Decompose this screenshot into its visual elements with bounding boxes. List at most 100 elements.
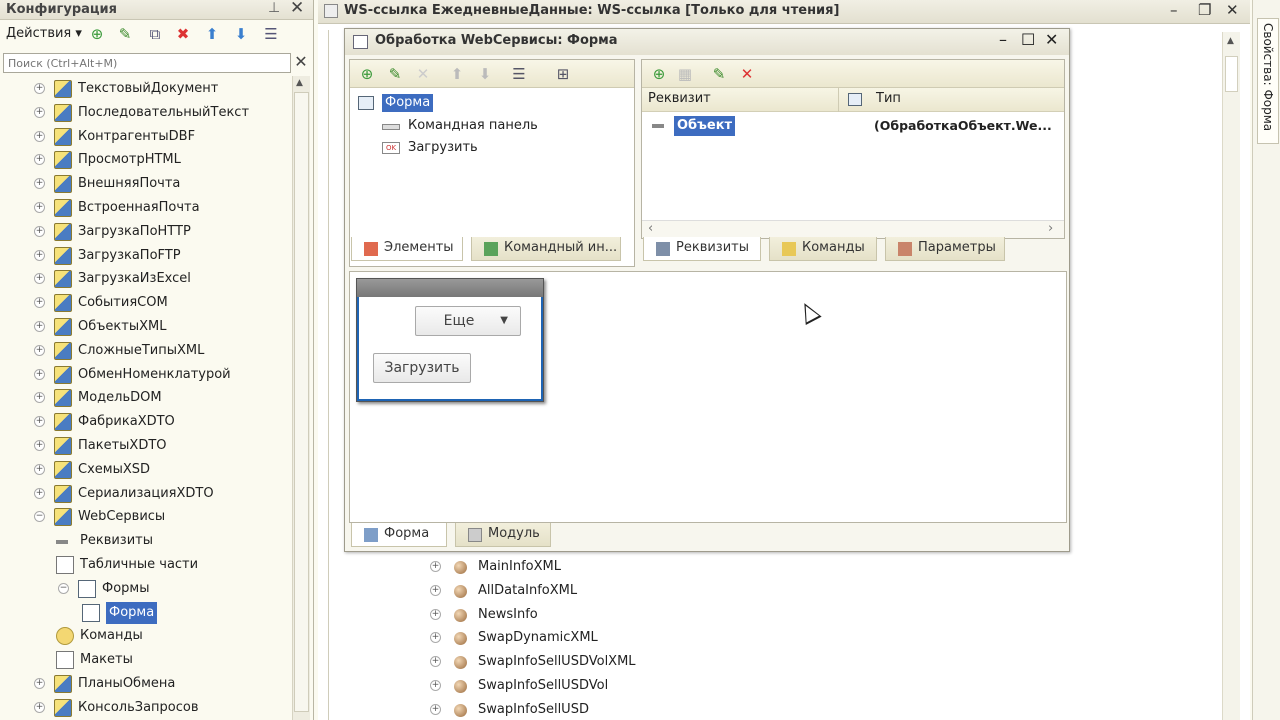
tree-item[interactable]: Команды bbox=[0, 625, 290, 647]
tab-attributes[interactable]: Реквизиты bbox=[643, 237, 761, 261]
close-icon[interactable]: ✕ bbox=[290, 0, 304, 18]
tree-item[interactable]: + ПланыОбмена bbox=[0, 673, 290, 695]
tree-item[interactable]: + СериализацияXDTO bbox=[0, 483, 290, 505]
expand-toggle-icon[interactable]: + bbox=[34, 106, 45, 118]
expand-toggle-icon[interactable]: + bbox=[430, 561, 441, 572]
expand-toggle-icon[interactable]: + bbox=[34, 130, 45, 142]
tree-item[interactable]: + ФабрикаXDTO bbox=[0, 411, 290, 433]
scrollbar-thumb[interactable] bbox=[1225, 56, 1238, 92]
edit-icon[interactable]: ✎ bbox=[116, 25, 134, 43]
expand-toggle-icon[interactable]: + bbox=[430, 632, 441, 644]
tree-item[interactable]: + ТекстовыйДокумент bbox=[0, 78, 290, 100]
expand-toggle-icon[interactable]: + bbox=[34, 249, 45, 261]
minimize-icon[interactable]: – bbox=[1170, 1, 1178, 19]
expand-toggle-icon[interactable]: + bbox=[430, 656, 441, 668]
close-icon[interactable]: ✕ bbox=[1045, 30, 1058, 49]
copy-icon[interactable]: ⧉ bbox=[146, 25, 164, 43]
tree-item[interactable]: + СхемыXSD bbox=[0, 459, 290, 481]
expand-toggle-icon[interactable]: + bbox=[34, 273, 45, 285]
actions-menu[interactable]: Действия ▾ bbox=[6, 26, 82, 41]
sort-icon[interactable]: ☰ bbox=[262, 25, 280, 43]
attributes-hscrollbar[interactable]: ‹ › bbox=[642, 220, 1064, 238]
ws-scrollbar[interactable]: ▲ bbox=[1222, 32, 1240, 720]
tab-module[interactable]: Модуль bbox=[455, 523, 551, 547]
tree-item[interactable]: + СложныеТипыXML bbox=[0, 340, 290, 362]
tree-item[interactable]: + ОбменНоменклатурой bbox=[0, 364, 290, 386]
expand-toggle-icon[interactable]: + bbox=[34, 368, 45, 380]
tab-commands[interactable]: Команды bbox=[769, 237, 877, 261]
expand-toggle-icon[interactable]: + bbox=[34, 440, 45, 451]
search-input[interactable] bbox=[3, 53, 291, 73]
restore-icon[interactable]: ❐ bbox=[1198, 1, 1211, 19]
column-header-type[interactable]: Тип bbox=[876, 91, 901, 106]
tab-form[interactable]: Форма bbox=[351, 523, 447, 547]
expand-toggle-icon[interactable]: + bbox=[430, 584, 441, 596]
tree-item[interactable]: − Формы bbox=[0, 578, 290, 600]
add-icon[interactable]: ⊕ bbox=[358, 65, 376, 83]
more-menu-icon[interactable]: ☰ bbox=[510, 65, 528, 83]
tree-item-command-bar[interactable]: Командная панель bbox=[408, 116, 538, 136]
layout-icon[interactable]: ⊞ bbox=[554, 65, 572, 83]
properties-tab[interactable]: Свойства: Форма bbox=[1257, 18, 1279, 144]
scroll-up-icon[interactable]: ▲ bbox=[1227, 36, 1234, 46]
expand-toggle-icon[interactable]: + bbox=[34, 392, 45, 404]
tree-item[interactable]: Реквизиты bbox=[0, 530, 290, 552]
expand-toggle-icon[interactable]: + bbox=[34, 678, 45, 689]
column-header-attribute[interactable]: Реквизит bbox=[648, 91, 711, 106]
expand-toggle-icon[interactable]: + bbox=[34, 344, 45, 356]
tree-item[interactable]: + ПакетыXDTO bbox=[0, 435, 290, 457]
add-column-icon[interactable]: ▦ bbox=[676, 65, 694, 83]
tab-elements[interactable]: Элементы bbox=[351, 237, 463, 261]
tab-parameters[interactable]: Параметры bbox=[885, 237, 1005, 261]
close-icon[interactable]: ✕ bbox=[1226, 1, 1239, 19]
expand-toggle-icon[interactable]: + bbox=[34, 154, 45, 166]
load-button[interactable]: Загрузить bbox=[373, 353, 471, 383]
expand-toggle-icon[interactable]: + bbox=[34, 701, 45, 713]
tree-item[interactable]: Табличные части bbox=[0, 554, 290, 576]
expand-toggle-icon[interactable]: − bbox=[58, 582, 69, 594]
tree-item[interactable]: Макеты bbox=[0, 649, 290, 671]
expand-toggle-icon[interactable]: + bbox=[34, 321, 45, 332]
move-up-icon[interactable]: ⬆ bbox=[448, 65, 466, 83]
tree-item[interactable]: + ЗагрузкаПоHTTP bbox=[0, 221, 290, 243]
tree-item-load[interactable]: Загрузить bbox=[408, 138, 478, 158]
tree-scrollbar[interactable]: ▲ bbox=[292, 76, 310, 720]
expand-toggle-icon[interactable]: + bbox=[34, 297, 45, 309]
tree-item[interactable]: + ОбъектыXML bbox=[0, 316, 290, 338]
tree-item[interactable]: + ВстроеннаяПочта bbox=[0, 197, 290, 219]
tree-item[interactable]: + ЗагрузкаИзExcel bbox=[0, 268, 290, 290]
delete-icon[interactable]: ✖ bbox=[174, 25, 192, 43]
move-up-icon[interactable]: ⬆ bbox=[203, 25, 221, 43]
expand-toggle-icon[interactable]: + bbox=[34, 83, 45, 94]
tree-item[interactable]: + ПросмотрHTML bbox=[0, 149, 290, 171]
tree-item[interactable]: + ВнешняяПочта bbox=[0, 173, 290, 195]
expand-toggle-icon[interactable]: + bbox=[34, 202, 45, 213]
search-clear-icon[interactable]: ✕ bbox=[292, 52, 310, 72]
tab-command-interface[interactable]: Командный ин... bbox=[471, 237, 621, 261]
expand-toggle-icon[interactable]: + bbox=[34, 225, 45, 237]
minimize-icon[interactable]: – bbox=[999, 30, 1007, 49]
expand-toggle-icon[interactable]: − bbox=[34, 511, 45, 523]
edit-icon[interactable]: ✎ bbox=[386, 65, 404, 83]
add-icon[interactable]: ⊕ bbox=[88, 25, 106, 43]
scroll-up-icon[interactable]: ▲ bbox=[296, 78, 303, 88]
tree-item[interactable]: + КонтрагентыDBF bbox=[0, 126, 290, 148]
edit-icon[interactable]: ✎ bbox=[710, 65, 728, 83]
more-button[interactable]: Еще ▼ bbox=[415, 306, 521, 336]
move-down-icon[interactable]: ⬇ bbox=[232, 25, 250, 43]
scroll-right-icon[interactable]: › bbox=[1048, 221, 1053, 236]
delete-icon[interactable]: ✕ bbox=[414, 65, 432, 83]
tree-item-form[interactable]: Форма bbox=[382, 94, 434, 112]
tree-item[interactable]: + ЗагрузкаПоFTP bbox=[0, 245, 290, 267]
tree-item[interactable]: Форма bbox=[0, 601, 290, 624]
tree-item[interactable]: − WebСервисы bbox=[0, 506, 290, 528]
maximize-icon[interactable]: ☐ bbox=[1021, 30, 1035, 49]
expand-toggle-icon[interactable]: + bbox=[430, 608, 441, 620]
tree-item[interactable]: + МодельDOM bbox=[0, 387, 290, 409]
expand-toggle-icon[interactable]: + bbox=[34, 416, 45, 428]
scroll-left-icon[interactable]: ‹ bbox=[648, 221, 653, 236]
tree-item[interactable]: + ПоследовательныйТекст bbox=[0, 102, 290, 124]
expand-toggle-icon[interactable]: + bbox=[34, 463, 45, 475]
tree-item[interactable]: + КонсольЗапросов bbox=[0, 697, 290, 719]
expand-toggle-icon[interactable]: + bbox=[34, 487, 45, 499]
